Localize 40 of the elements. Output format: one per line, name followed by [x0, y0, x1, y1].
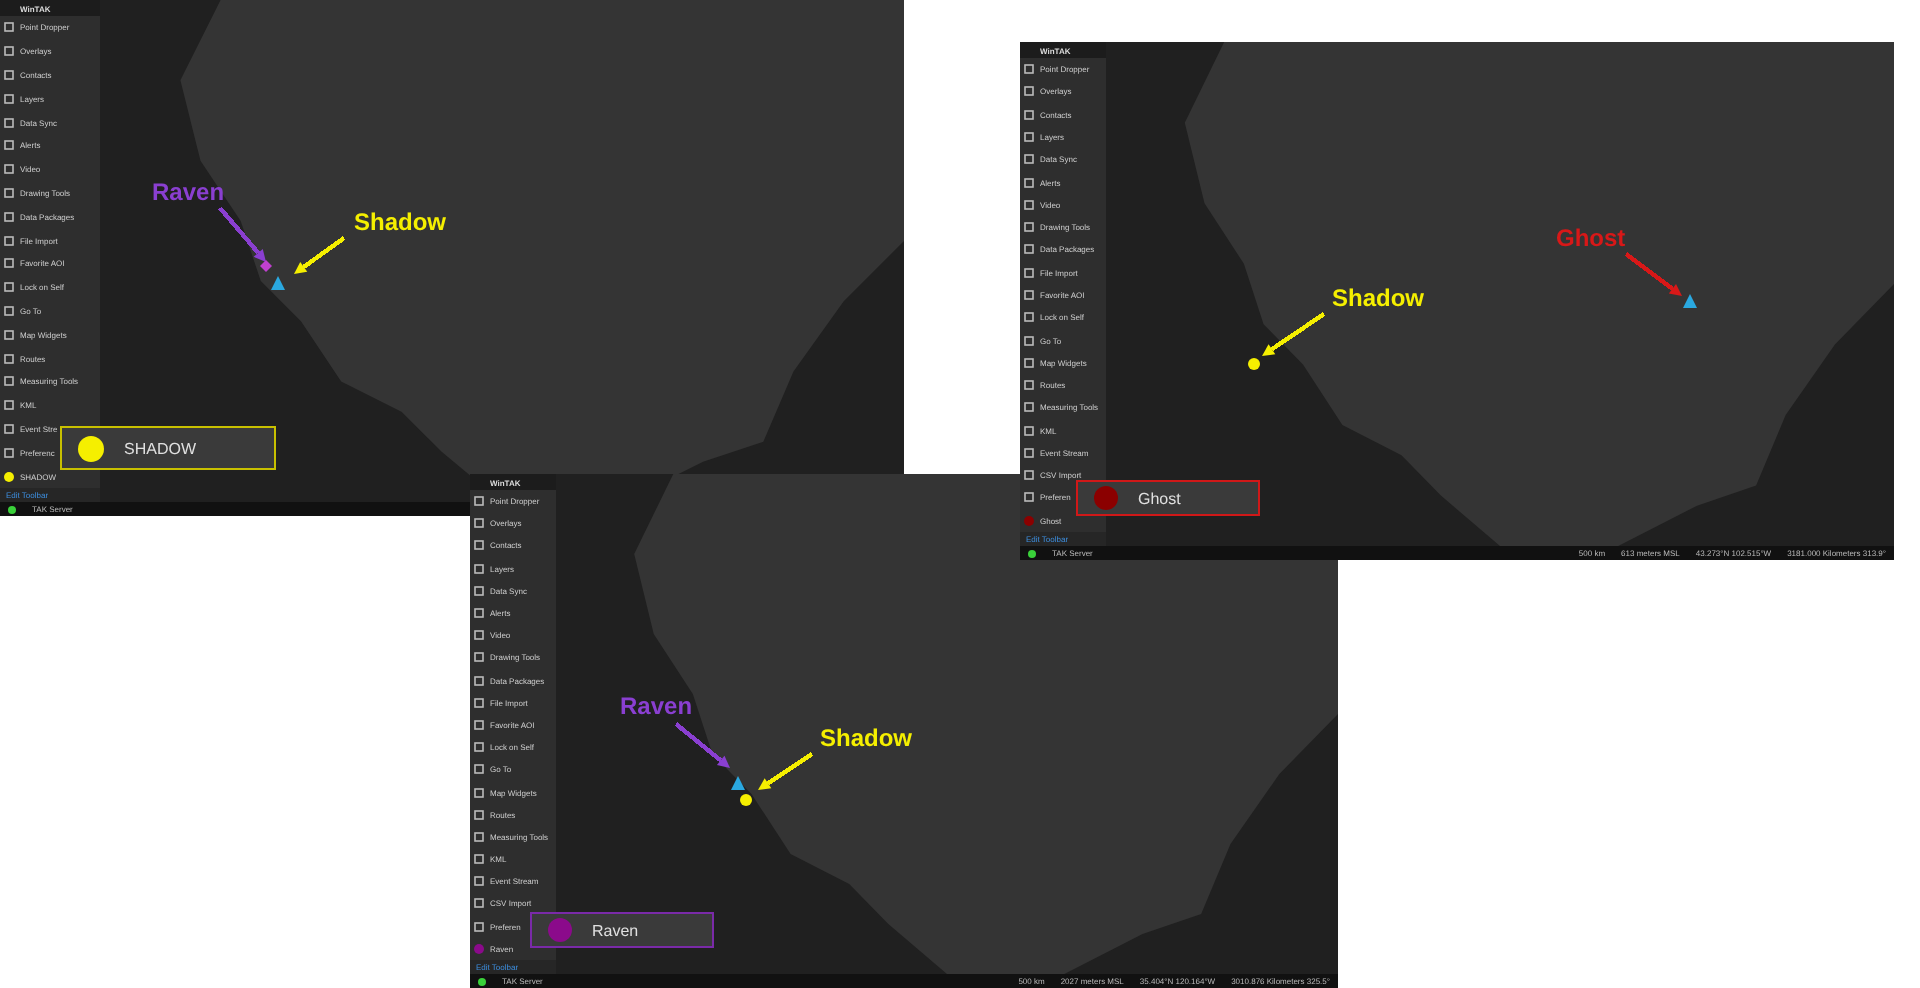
annotation-label: Raven: [620, 692, 693, 720]
tool-icon: [4, 282, 14, 293]
tool-icon: [4, 69, 14, 80]
tool-icon: [4, 353, 14, 364]
tool-icon: [4, 258, 14, 269]
unit-marker-icon[interactable]: [1248, 358, 1260, 370]
tool-icon: [4, 117, 14, 128]
tool-icon: [4, 93, 14, 104]
tool-icon: [1024, 154, 1034, 165]
unit-marker-icon[interactable]: [260, 260, 272, 272]
tool-icon: [4, 423, 14, 434]
callout-label: Ghost: [1138, 489, 1181, 507]
callout-label: SHADOW: [124, 439, 196, 457]
unit-marker-icon[interactable]: [731, 776, 745, 790]
tool-icon: [4, 164, 14, 175]
unit-marker-icon[interactable]: [271, 276, 285, 290]
tool-icon: [4, 400, 14, 411]
tool-icon: [1024, 312, 1034, 323]
tool-icon: [4, 187, 14, 198]
tool-icon: [4, 140, 14, 151]
tool-icon: [4, 376, 14, 387]
annotation-label: Raven: [152, 178, 225, 206]
unit-marker-icon[interactable]: [1683, 294, 1697, 308]
tool-icon: [4, 329, 14, 340]
annotation-label: Ghost: [1556, 224, 1626, 252]
tool-icon: [4, 211, 14, 222]
unit-marker-icon[interactable]: [740, 794, 752, 806]
annotation-label: Shadow: [354, 208, 447, 236]
tool-icon: [4, 22, 14, 33]
tool-icon: [4, 46, 14, 57]
tool-icon: [4, 235, 14, 246]
tool-icon: [474, 921, 484, 932]
connection-icon: [8, 505, 16, 513]
connection-icon: [478, 977, 486, 985]
annotation-label: Shadow: [1332, 284, 1425, 312]
tool-icon: [4, 447, 14, 458]
tool-icon: [4, 305, 14, 316]
callout-label: Raven: [592, 921, 639, 939]
connection-icon: [1028, 549, 1036, 557]
annotation-label: Shadow: [820, 724, 913, 752]
